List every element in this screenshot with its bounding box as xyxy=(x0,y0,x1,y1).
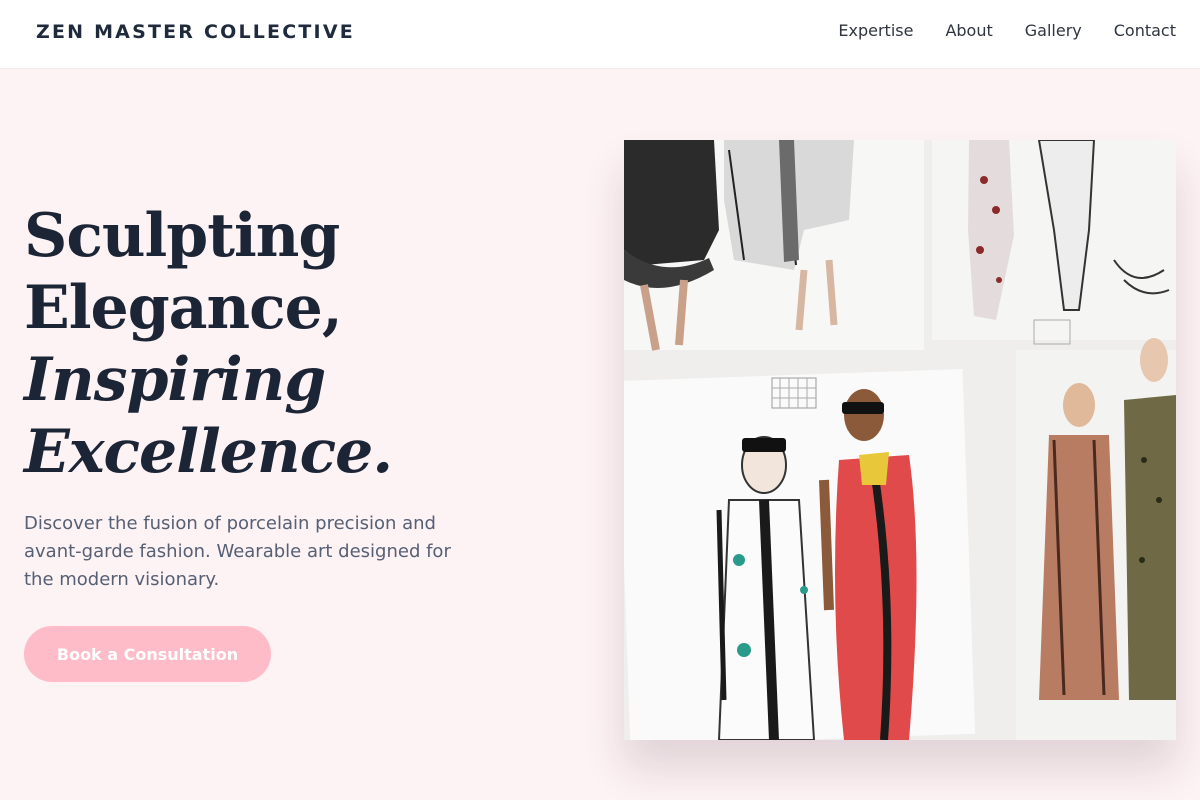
nav-expertise[interactable]: Expertise xyxy=(838,21,913,40)
headline-line-1: Sculpting xyxy=(24,201,340,271)
headline-line-2: Elegance, xyxy=(24,273,343,343)
hero-headline: Sculpting Elegance, Inspiring Excellence… xyxy=(24,200,494,488)
nav-contact[interactable]: Contact xyxy=(1114,21,1176,40)
site-header: ZEN MASTER COLLECTIVE Expertise About Ga… xyxy=(0,0,1200,68)
hero-heading-block: Sculpting Elegance, Inspiring Excellence… xyxy=(24,200,494,488)
brand-logo[interactable]: ZEN MASTER COLLECTIVE xyxy=(36,21,355,43)
nav-about[interactable]: About xyxy=(945,21,992,40)
hero-image xyxy=(624,140,1176,740)
fashion-sketches-illustration xyxy=(624,140,1176,740)
headline-line-3: Inspiring xyxy=(24,345,326,415)
headline-line-4: Excellence. xyxy=(24,417,393,487)
main-nav: Expertise About Gallery Contact xyxy=(838,21,1176,40)
nav-gallery[interactable]: Gallery xyxy=(1025,21,1082,40)
book-consultation-button[interactable]: Book a Consultation xyxy=(24,626,271,682)
hero-subtext: Discover the fusion of porcelain precisi… xyxy=(24,513,451,590)
